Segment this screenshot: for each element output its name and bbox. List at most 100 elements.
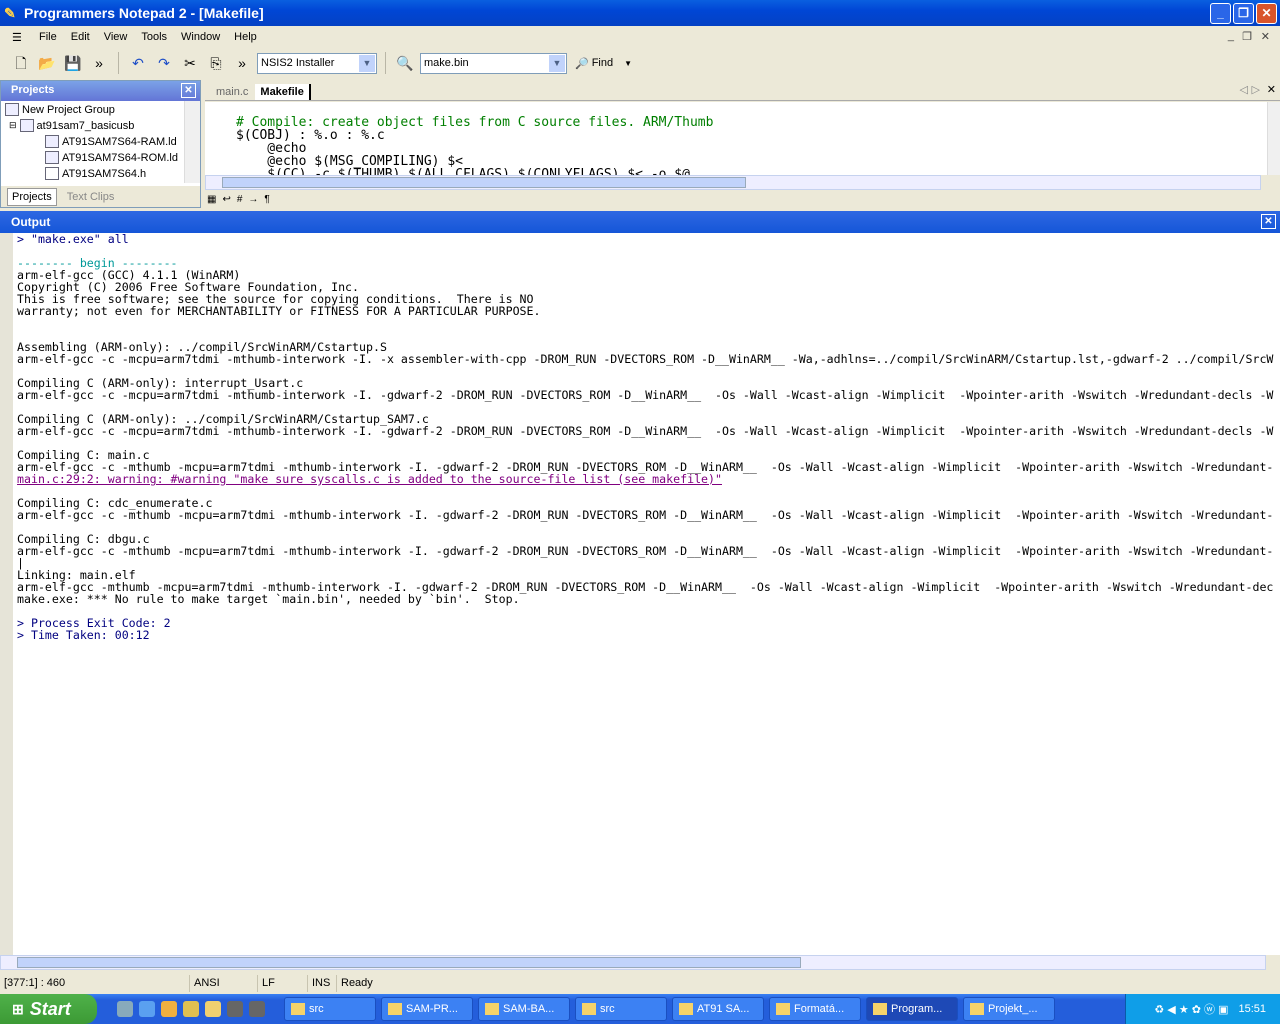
menu-file[interactable]: File	[32, 31, 64, 43]
output-line: arm-elf-gcc -c -mcpu=arm7tdmi -mthumb-in…	[17, 352, 1274, 366]
window-icon	[388, 1003, 402, 1015]
maximize-button[interactable]: ❐	[1233, 3, 1254, 24]
find-input[interactable]: make.bin ▼	[420, 52, 567, 74]
menu-help[interactable]: Help	[227, 31, 264, 43]
status-position: [377:1] : 460	[0, 975, 190, 992]
window-icon	[776, 1003, 790, 1015]
tree-item[interactable]: New Project Group	[5, 103, 115, 116]
find-button[interactable]: 🔎 Find ▼	[571, 57, 636, 70]
tree-item[interactable]: ⊟ at91sam7_basicusb	[9, 119, 134, 132]
menu-tools[interactable]: Tools	[134, 31, 174, 43]
tab-next-icon[interactable]: ▷	[1252, 83, 1260, 96]
minimize-button[interactable]: _	[1210, 3, 1231, 24]
document-icon[interactable]: ☰	[12, 31, 32, 44]
line-endings-icon[interactable]: ¶	[264, 194, 269, 205]
output-line: > Process Exit Code: 2	[17, 616, 171, 630]
overflow-icon[interactable]: »	[231, 52, 253, 74]
code-editor[interactable]: # Compile: create object files from C so…	[205, 102, 1267, 175]
redo-icon[interactable]: ↷	[153, 52, 175, 74]
output-horizontal-scrollbar[interactable]	[0, 955, 1266, 970]
status-state: Ready	[341, 977, 373, 989]
taskbar-button[interactable]: src	[575, 997, 667, 1021]
dropdown-arrow-icon[interactable]: ▼	[624, 59, 632, 68]
output-line: arm-elf-gcc -c -mthumb -mcpu=arm7tdmi -m…	[17, 508, 1274, 522]
close-icon[interactable]: ✕	[1261, 214, 1276, 229]
output-line: warranty; not even for MERCHANTABILITY o…	[17, 304, 541, 318]
tree-item[interactable]: AT91SAM7S64-RAM.ld	[45, 135, 177, 148]
taskbar-button[interactable]: SAM-BA...	[478, 997, 570, 1021]
copy-icon[interactable]: ⎘	[205, 52, 227, 74]
project-icon	[19, 119, 34, 132]
chevron-down-icon[interactable]: ▼	[359, 54, 375, 72]
tray-icons[interactable]: ♻ ◀ ★ ✿ ⓦ ▣	[1154, 1001, 1228, 1017]
window-title: Programmers Notepad 2 - [Makefile]	[24, 5, 264, 21]
color-icon[interactable]: ▦	[207, 194, 216, 205]
line-numbers-icon[interactable]: #	[237, 194, 243, 205]
taskbar-button[interactable]: AT91 SA...	[672, 997, 764, 1021]
taskbar-button[interactable]: src	[284, 997, 376, 1021]
start-button[interactable]: ⊞ Start	[0, 994, 97, 1024]
output-line: arm-elf-gcc -c -mcpu=arm7tdmi -mthumb-in…	[17, 424, 1274, 438]
tree-item[interactable]: AT91SAM7S64-ROM.ld	[45, 151, 178, 164]
tab-main-c[interactable]: main.c	[211, 84, 253, 100]
undo-icon[interactable]: ↶	[127, 52, 149, 74]
tab-makefile[interactable]: Makefile	[255, 84, 311, 100]
tab-projects[interactable]: Projects	[7, 187, 57, 206]
scroll-thumb[interactable]	[222, 177, 746, 188]
ie-icon[interactable]	[139, 1001, 155, 1017]
scheme-select[interactable]: NSIS2 Installer ▼	[257, 52, 377, 74]
output-text: > "make.exe" all -------- begin -------- a…	[13, 233, 1280, 641]
quicklaunch-icon[interactable]	[161, 1001, 177, 1017]
output-panel[interactable]: > "make.exe" all -------- begin -------- a…	[0, 233, 1280, 955]
close-icon[interactable]: ✕	[1267, 83, 1276, 96]
taskbar-button-label: src	[309, 1003, 324, 1015]
close-icon[interactable]: ✕	[181, 83, 196, 98]
tab-prev-icon[interactable]: ◁	[1240, 83, 1248, 96]
task-list: src SAM-PR... SAM-BA... src AT91 SA... Format…	[279, 997, 1055, 1021]
mdi-close-button[interactable]: ✕	[1261, 30, 1270, 43]
chevron-down-icon[interactable]: ▼	[549, 54, 565, 72]
project-tree: New Project Group ⊟ at91sam7_basicusb AT9…	[1, 101, 200, 183]
tree-item[interactable]: AT91SAM7S64.h	[45, 167, 146, 180]
editor-horizontal-scrollbar[interactable]	[205, 175, 1261, 190]
collapse-icon[interactable]: ⊟	[9, 120, 17, 131]
cut-icon[interactable]: ✂	[179, 52, 201, 74]
whitespace-icon[interactable]: →	[248, 194, 258, 205]
tree-scrollbar[interactable]	[184, 101, 200, 183]
tree-item-label: New Project Group	[22, 103, 115, 116]
menu-view[interactable]: View	[97, 31, 135, 43]
taskbar-button-label: Projekt_...	[988, 1003, 1038, 1015]
status-encoding: ANSI	[190, 975, 258, 992]
menu-edit[interactable]: Edit	[64, 31, 97, 43]
scroll-thumb[interactable]	[17, 957, 801, 968]
quicklaunch-icon[interactable]	[227, 1001, 243, 1017]
editor-mini-toolbar: ▦ ↩ # → ¶	[205, 191, 270, 208]
taskbar-button[interactable]: SAM-PR...	[381, 997, 473, 1021]
quicklaunch-icon[interactable]	[117, 1001, 133, 1017]
window-icon	[873, 1003, 887, 1015]
quicklaunch-icon[interactable]	[205, 1001, 221, 1017]
word-wrap-icon[interactable]: ↩	[222, 194, 230, 205]
editor-vertical-scrollbar[interactable]	[1267, 102, 1280, 175]
save-icon[interactable]: 💾	[62, 52, 84, 74]
mdi-minimize-button[interactable]: _	[1228, 30, 1234, 42]
window-icon	[291, 1003, 305, 1015]
tab-text-clips[interactable]: Text Clips	[63, 189, 119, 205]
menu-window[interactable]: Window	[174, 31, 227, 43]
taskbar-button[interactable]: Formatá...	[769, 997, 861, 1021]
quicklaunch-icon[interactable]	[249, 1001, 265, 1017]
overflow-icon[interactable]: »	[88, 52, 110, 74]
quicklaunch-icon[interactable]	[183, 1001, 199, 1017]
new-file-icon[interactable]: 🗋	[10, 52, 32, 74]
mdi-restore-button[interactable]: ❐	[1242, 30, 1252, 43]
taskbar-button[interactable]: Projekt_...	[963, 997, 1055, 1021]
find-in-files-icon[interactable]: 🔍	[394, 52, 416, 74]
open-folder-icon[interactable]: 📂	[36, 52, 58, 74]
taskbar-button-label: SAM-BA...	[503, 1003, 555, 1015]
taskbar-button[interactable]: Program...	[866, 997, 958, 1021]
output-warning-line[interactable]: main.c:29:2: warning: #warning "make sur…	[17, 473, 1280, 485]
close-button[interactable]: ✕	[1256, 3, 1277, 24]
status-insert-mode: INS	[308, 975, 337, 992]
file-icon	[45, 151, 59, 164]
